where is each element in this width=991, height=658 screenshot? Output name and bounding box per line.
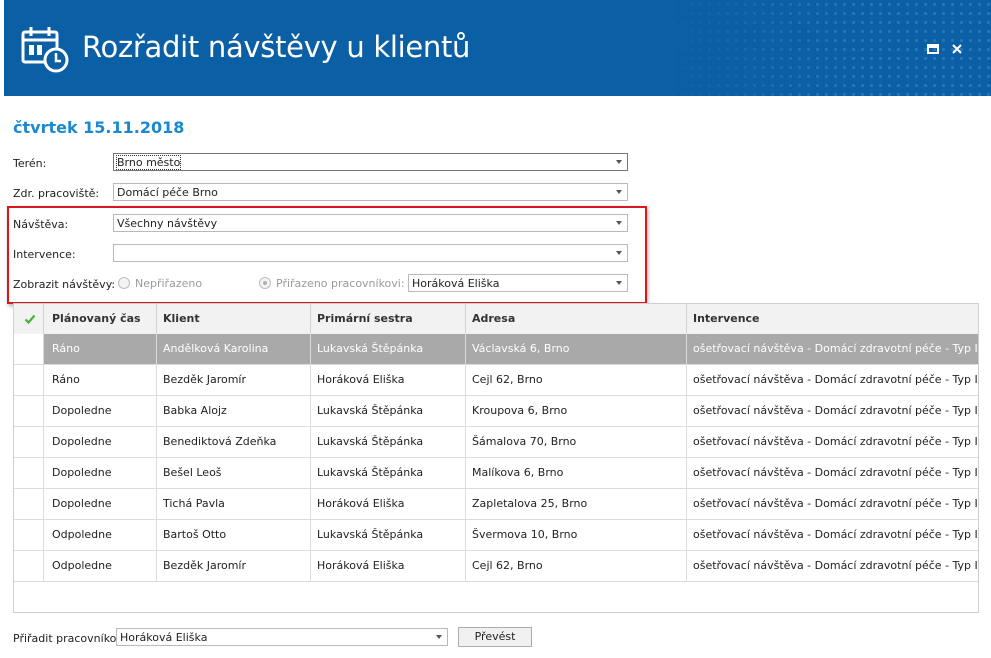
row-checkbox[interactable] <box>14 520 44 550</box>
cell-time: Odpoledne <box>44 520 157 550</box>
row-checkbox[interactable] <box>14 458 44 488</box>
cell-time: Odpoledne <box>44 551 157 581</box>
navsteva-select[interactable]: Všechny návštěvy <box>113 214 628 232</box>
column-header-client[interactable]: Klient <box>157 304 311 334</box>
row-checkbox[interactable] <box>14 427 44 457</box>
cell-address: Švermova 10, Brno <box>466 520 687 550</box>
radio-unassigned[interactable] <box>118 277 130 289</box>
cell-address: Kroupova 6, Brno <box>466 396 687 426</box>
transfer-button[interactable]: Převést <box>458 627 532 647</box>
cell-nurse: Horáková Eliška <box>311 551 466 581</box>
column-header-nurse[interactable]: Primární sestra <box>311 304 466 334</box>
cell-nurse: Lukavská Štěpánka <box>311 396 466 426</box>
cell-time: Dopoledne <box>44 458 157 488</box>
chevron-down-icon[interactable] <box>611 154 627 170</box>
cell-address: Cejl 62, Brno <box>466 365 687 395</box>
radio-unassigned-label: Nepřiřazeno <box>135 277 203 290</box>
radio-assigned-label: Přiřazeno pracovníkovi: <box>276 277 405 290</box>
close-icon[interactable] <box>950 42 964 56</box>
table-row[interactable]: Dopoledne Benediktová Zdeňka Lukavská Štěp… <box>14 427 979 458</box>
table-row[interactable]: Dopoledne Bešel Leoš Lukavská Štěpánka Malí… <box>14 458 979 489</box>
teren-label: Terén: <box>13 157 47 170</box>
row-checkbox[interactable] <box>14 489 44 519</box>
table-row[interactable]: Dopoledne Babka Alojz Lukavská Štěpánka Kro… <box>14 396 979 427</box>
table-row[interactable]: Ráno Andělková Karolina Lukavská Štěpánka V… <box>14 334 979 365</box>
row-checkbox[interactable] <box>14 334 44 364</box>
cell-time: Ráno <box>44 365 157 395</box>
column-header-address[interactable]: Adresa <box>466 304 687 334</box>
table-row[interactable]: Odpoledne Bezděk Jaromír Horáková Eliška Ce… <box>14 551 979 582</box>
table-row[interactable]: Ráno Bezděk Jaromír Horáková Eliška Cejl 62… <box>14 365 979 396</box>
table-row[interactable]: Odpoledne Bartoš Otto Lukavská Štěpánka Šve… <box>14 520 979 551</box>
cell-nurse: Horáková Eliška <box>311 365 466 395</box>
cell-address: Šámalova 70, Brno <box>466 427 687 457</box>
cell-client: Bartoš Otto <box>157 520 311 550</box>
row-checkbox[interactable] <box>14 551 44 581</box>
calendar-clock-icon <box>21 27 69 73</box>
title-bar: Rozřadit návštěvy u klientů <box>4 0 991 96</box>
cell-address: Malíkova 6, Brno <box>466 458 687 488</box>
cell-time: Dopoledne <box>44 489 157 519</box>
column-header-time[interactable]: Plánovaný čas <box>44 304 157 334</box>
table-header: Plánovaný čas Klient Primární sestra Adr… <box>14 304 978 335</box>
table-row[interactable]: Dopoledne Tichá Pavla Horáková Eliška Zaple… <box>14 489 979 520</box>
chevron-down-icon[interactable] <box>611 245 627 261</box>
cell-address: Cejl 62, Brno <box>466 551 687 581</box>
cell-client: Babka Alojz <box>157 396 311 426</box>
cell-client: Bezděk Jaromír <box>157 365 311 395</box>
cell-address: Václavská 6, Brno <box>466 334 687 364</box>
cell-intervention: ošetřovací návštěva - Domácí zdravotní p… <box>693 497 979 510</box>
cell-client: Andělková Karolina <box>157 334 311 364</box>
cell-intervention: ošetřovací návštěva - Domácí zdravotní p… <box>693 373 979 386</box>
radio-assigned[interactable] <box>259 277 271 289</box>
row-checkbox[interactable] <box>14 365 44 395</box>
cell-intervention: ošetřovací návštěva - Domácí zdravotní p… <box>693 404 979 417</box>
cell-client: Bešel Leoš <box>157 458 311 488</box>
cell-nurse: Horáková Eliška <box>311 489 466 519</box>
window-title: Rozřadit návštěvy u klientů <box>82 30 471 64</box>
cell-nurse: Lukavská Štěpánka <box>311 458 466 488</box>
date-heading: čtvrtek 15.11.2018 <box>13 118 185 137</box>
cell-intervention: ošetřovací návštěva - Domácí zdravotní p… <box>693 528 979 541</box>
pracoviste-select[interactable]: Domácí péče Brno <box>113 183 628 201</box>
cell-time: Dopoledne <box>44 396 157 426</box>
cell-intervention: ošetřovací návštěva - Domácí zdravotní p… <box>693 435 979 448</box>
cell-nurse: Lukavská Štěpánka <box>311 427 466 457</box>
chevron-down-icon[interactable] <box>611 275 627 291</box>
pracoviste-label: Zdr. pracoviště: <box>13 187 100 200</box>
worker-select[interactable]: Horáková Eliška <box>408 274 628 292</box>
cell-address: Zapletalova 25, Brno <box>466 489 687 519</box>
chevron-down-icon[interactable] <box>611 184 627 200</box>
intervence-select[interactable] <box>113 244 628 262</box>
assign-worker-select[interactable]: Horáková Eliška <box>116 628 448 646</box>
cell-nurse: Lukavská Štěpánka <box>311 334 466 364</box>
checkmark-icon[interactable] <box>24 313 36 325</box>
cell-client: Benediktová Zdeňka <box>157 427 311 457</box>
maximize-icon[interactable] <box>926 42 940 56</box>
cell-client: Tichá Pavla <box>157 489 311 519</box>
row-checkbox[interactable] <box>14 396 44 426</box>
intervence-label: Intervence: <box>13 248 76 261</box>
cell-intervention: ošetřovací návštěva - Domácí zdravotní p… <box>693 559 979 572</box>
select-all-column[interactable] <box>14 304 44 334</box>
cell-intervention: ošetřovací návštěva - Domácí zdravotní p… <box>693 342 979 355</box>
assign-label: Přiřadit pracovníkovi: <box>13 632 130 645</box>
column-header-intervention[interactable]: Intervence <box>687 304 978 334</box>
cell-time: Dopoledne <box>44 427 157 457</box>
chevron-down-icon[interactable] <box>611 215 627 231</box>
visits-table[interactable]: Plánovaný čas Klient Primární sestra Adr… <box>13 303 979 613</box>
navsteva-label: Návštěva: <box>13 218 69 231</box>
teren-select[interactable]: Brno město <box>113 153 628 171</box>
cell-time: Ráno <box>44 334 157 364</box>
chevron-down-icon[interactable] <box>431 629 447 645</box>
cell-client: Bezděk Jaromír <box>157 551 311 581</box>
cell-intervention: ošetřovací návštěva - Domácí zdravotní p… <box>693 466 979 479</box>
cell-nurse: Lukavská Štěpánka <box>311 520 466 550</box>
zobrazit-label: Zobrazit návštěvy: <box>13 278 116 291</box>
